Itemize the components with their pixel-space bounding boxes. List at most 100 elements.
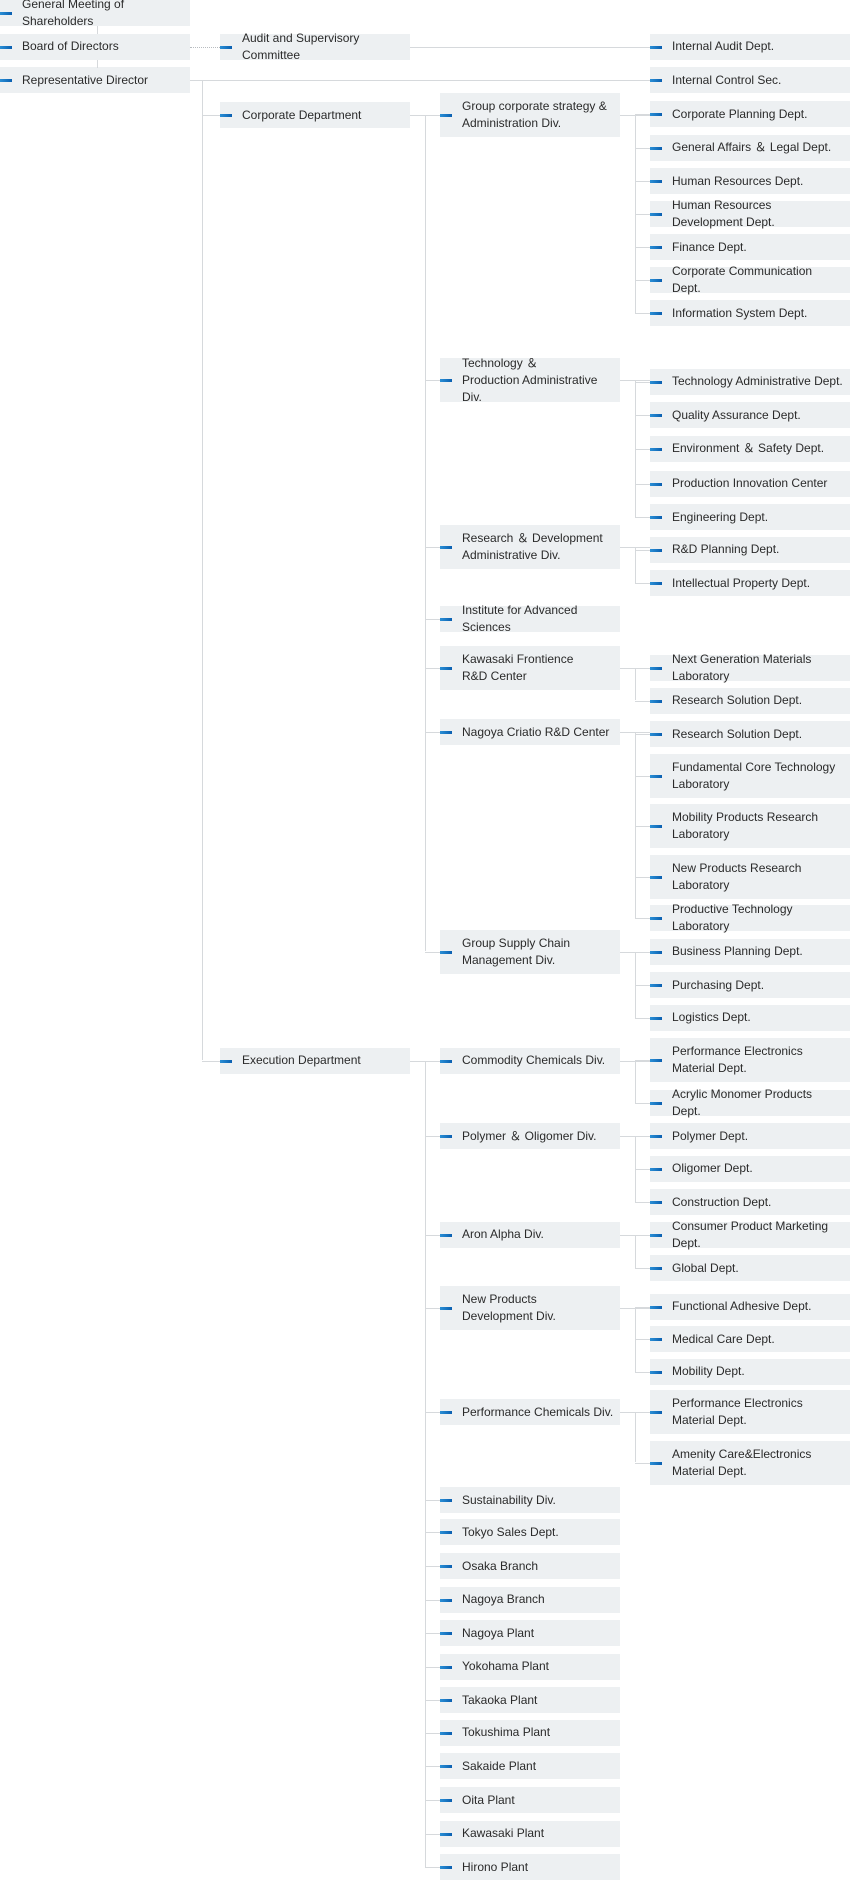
board-of-directors: Board of Directors (0, 33, 190, 60)
department-box: Corporate Planning Dept. (650, 101, 850, 127)
connector-line (635, 148, 650, 149)
box-label: Human Resources Dept. (672, 173, 804, 188)
connector-line (425, 1308, 440, 1309)
division-box: Kawasaki Plant (440, 1820, 620, 1847)
department-box: Productive Technology Laboratory (650, 902, 850, 933)
department-box: Technology Administrative Dept. (650, 368, 850, 395)
connector-line (425, 1766, 440, 1767)
accent-dash-icon (650, 1101, 662, 1105)
department-box: Purchasing Dept. (650, 972, 850, 999)
connector-line (425, 1867, 440, 1868)
department-box: Corporate Communication Dept. (650, 264, 850, 295)
division-box: Technology ＆ Production Administrative D… (440, 356, 620, 404)
connector-line (635, 985, 650, 986)
division-box: Nagoya Plant (440, 1620, 620, 1647)
connector-line (635, 877, 650, 878)
division-box: Nagoya Branch (440, 1586, 620, 1613)
accent-dash-icon (440, 1832, 452, 1836)
connector-line (425, 1566, 440, 1567)
accent-dash-icon (440, 1665, 452, 1669)
connector-line (425, 1834, 440, 1835)
connector-line (425, 1061, 426, 1867)
box-label: Human Resources Development Dept. (672, 197, 775, 229)
connector-line (425, 1633, 440, 1634)
division-box: Nagoya Criatio R&D Center (440, 719, 620, 745)
accent-dash-icon (650, 1267, 662, 1271)
box-label: Sustainability Div. (462, 1492, 556, 1507)
box-label: Sakaide Plant (462, 1758, 537, 1773)
connector-line (635, 1463, 650, 1464)
accent-dash-icon (440, 379, 452, 383)
accent-dash-icon (650, 1338, 662, 1342)
department-box: Intellectual Property Dept. (650, 570, 850, 597)
connector-line (425, 1800, 440, 1801)
department-box: General Affairs ＆ Legal Dept. (650, 134, 850, 161)
department-box: Mobility Products Research Laboratory (650, 803, 850, 848)
accent-dash-icon (650, 1305, 662, 1309)
connector-line (410, 1061, 425, 1062)
connector-line (635, 1307, 650, 1308)
division-box: Polymer ＆ Oligomer Div. (440, 1123, 620, 1150)
connector-line (635, 1202, 650, 1203)
box-label: Performance Chemicals Div. (462, 1404, 614, 1419)
accent-dash-icon (650, 1201, 662, 1205)
box-label: Corporate Department (242, 107, 362, 122)
department-box: Quality Assurance Dept. (650, 402, 850, 429)
box-label: Production Innovation Center (672, 476, 828, 491)
box-label: General Meeting of Shareholders (22, 0, 125, 29)
accent-dash-icon (440, 1598, 452, 1602)
connector-line (635, 826, 650, 827)
box-label: Medical Care Dept. (672, 1331, 775, 1346)
accent-dash-icon (650, 582, 662, 586)
department-box: Global Dept. (650, 1255, 850, 1282)
connector-line (410, 47, 650, 48)
division-box: Oita Plant (440, 1787, 620, 1813)
connector-line (425, 1412, 440, 1413)
connector-line (410, 115, 425, 116)
connector-line (202, 80, 203, 1060)
connector-line (425, 619, 440, 620)
accent-dash-icon (440, 1059, 452, 1063)
connector-line (425, 380, 440, 381)
division-box: Commodity Chemicals Div. (440, 1047, 620, 1074)
box-label: Performance Electronics Material Dept. (672, 1396, 803, 1428)
accent-dash-icon (650, 699, 662, 703)
connector-line (635, 114, 650, 115)
accent-dash-icon (0, 45, 12, 49)
accent-dash-icon (440, 1565, 452, 1568)
connector-line (635, 247, 650, 248)
connector-line (635, 547, 636, 583)
department-box: Acrylic Monomer Products Dept. (650, 1087, 850, 1118)
connector-line (635, 734, 650, 735)
accent-dash-icon (650, 482, 662, 486)
box-label: R&D Planning Dept. (672, 542, 780, 557)
accent-dash-icon (440, 1699, 452, 1703)
department-box: Engineering Dept. (650, 504, 850, 531)
connector-line (425, 732, 440, 733)
box-label: Oita Plant (462, 1792, 515, 1807)
department-box: Human Resources Dept. (650, 168, 850, 195)
accent-dash-icon (650, 667, 662, 671)
org-chart: General Meeting of Shareholders Board of … (0, 0, 850, 1881)
box-label: Logistics Dept. (672, 1010, 751, 1025)
accent-dash-icon (650, 950, 662, 954)
box-label: Kawasaki Plant (462, 1826, 545, 1841)
accent-dash-icon (440, 1632, 452, 1636)
box-label: Technology Administrative Dept. (672, 374, 843, 389)
department-box: New Products Research Laboratory (650, 855, 850, 900)
division-box: Group Supply Chain Management Div. (440, 929, 620, 974)
accent-dash-icon (440, 546, 452, 550)
accent-dash-icon (440, 1307, 452, 1310)
connector-line (425, 1667, 440, 1668)
box-label: Consumer Product Marketing Dept. (672, 1218, 829, 1250)
department-box: Finance Dept. (650, 234, 850, 261)
department-box: Amenity Care&Electronics Material Dept. (650, 1440, 850, 1485)
department-box: Construction Dept. (650, 1189, 850, 1216)
department-box: Production Innovation Center (650, 470, 850, 497)
division-box: Takaoka Plant (440, 1687, 620, 1714)
department-box: Logistics Dept. (650, 1004, 850, 1031)
division-box: Kawasaki Frontience R&D Center (440, 646, 620, 691)
division-box: Research ＆ Development Administrative Di… (440, 525, 620, 570)
connector-line (635, 181, 650, 182)
connector-line (190, 80, 650, 81)
